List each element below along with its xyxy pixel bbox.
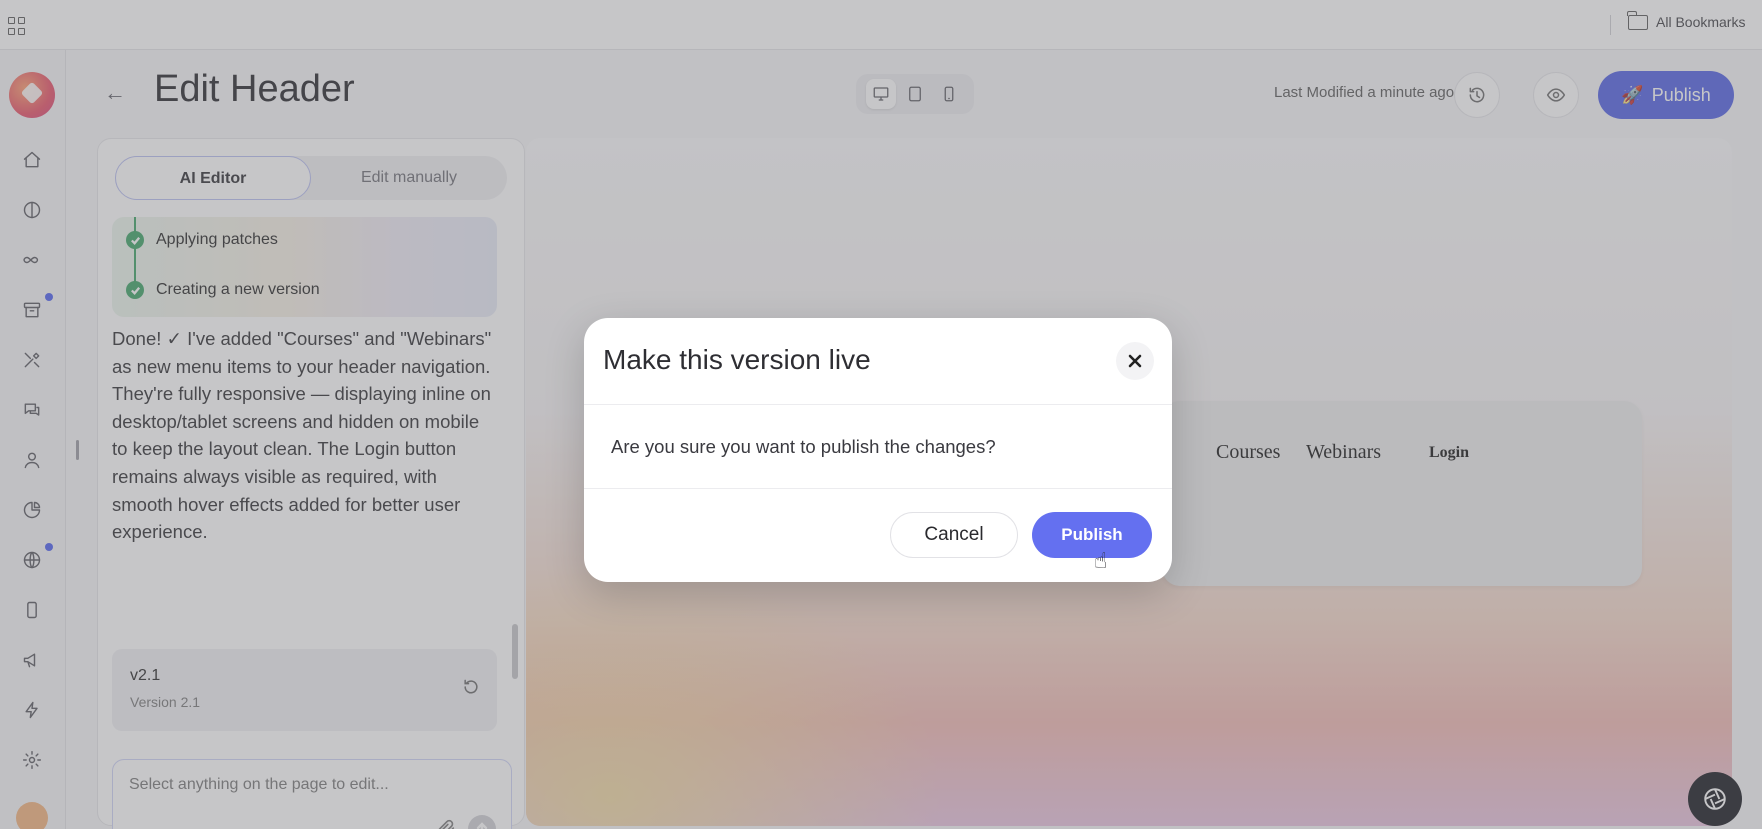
dialog-divider: [584, 404, 1172, 405]
cancel-button[interactable]: Cancel: [890, 512, 1018, 558]
dialog-message: Are you sure you want to publish the cha…: [611, 436, 996, 457]
dialog-divider: [584, 488, 1172, 489]
close-button[interactable]: [1116, 342, 1154, 380]
confirm-publish-button[interactable]: Publish: [1032, 512, 1152, 558]
hand-cursor-icon: ☝: [1094, 548, 1108, 573]
publish-dialog: Make this version live Are you sure you …: [584, 318, 1172, 582]
close-icon: [1128, 354, 1142, 368]
dialog-title: Make this version live: [603, 344, 871, 375]
